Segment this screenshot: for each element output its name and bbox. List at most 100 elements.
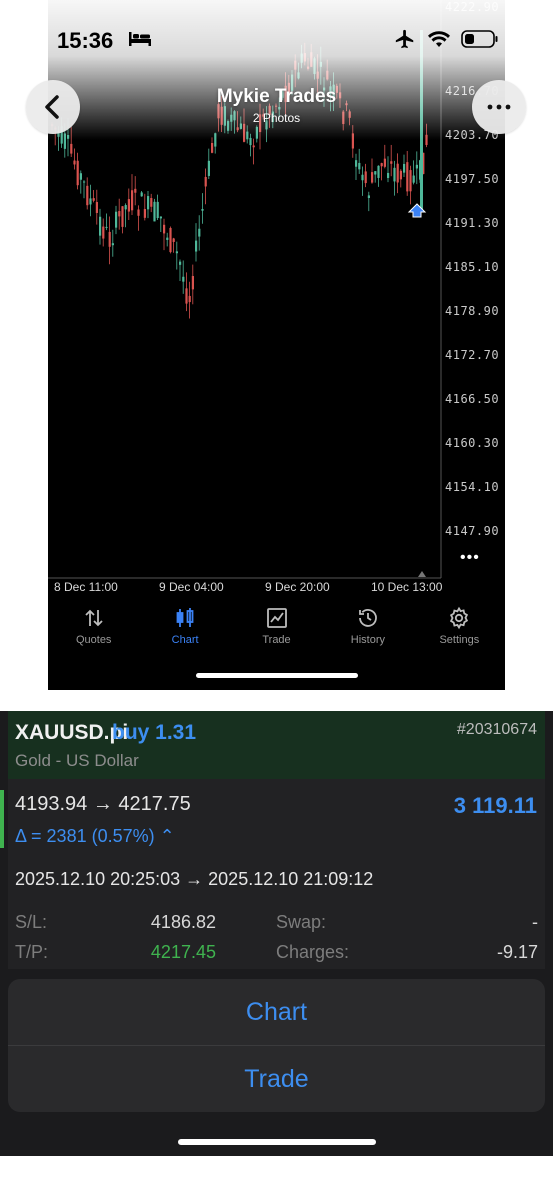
time-range: 2025.12.10 20:25:03 → 2025.12.10 21:09:1…: [15, 869, 374, 889]
candle-body: [175, 251, 178, 254]
candle-body: [188, 295, 191, 303]
candle-body: [377, 165, 380, 178]
charges-value: -9.17: [496, 942, 538, 962]
candle-body: [76, 160, 79, 186]
candle-body: [140, 192, 143, 197]
price-tick: 4185.10: [445, 260, 500, 274]
candle-body: [425, 134, 428, 145]
candle-body: [166, 237, 169, 240]
home-indicator: [196, 673, 358, 678]
ellipsis-icon: [487, 104, 511, 110]
candle-body: [399, 170, 402, 180]
candle-body: [361, 174, 364, 181]
candle-body: [310, 52, 313, 67]
symbol-description: Gold - US Dollar: [15, 751, 139, 770]
candle-body: [358, 162, 361, 170]
price-tick: 4160.30: [445, 436, 500, 450]
tab-settings[interactable]: Settings: [414, 598, 505, 658]
candle-body: [204, 176, 207, 187]
candle-body: [409, 170, 412, 192]
candle-body: [150, 198, 153, 207]
candle-body: [73, 160, 76, 165]
home-indicator: [178, 1139, 376, 1145]
candle-body: [367, 195, 370, 199]
candle-body: [191, 276, 194, 290]
candle-body: [86, 185, 89, 206]
candle-body: [89, 198, 92, 205]
candle-body: [182, 276, 185, 282]
candle-body: [118, 211, 121, 217]
wifi-icon: [428, 31, 450, 47]
candle-body: [185, 288, 188, 304]
candle-body: [355, 160, 358, 167]
candle-body: [159, 216, 162, 219]
candle-body: [252, 145, 255, 148]
candle-body: [70, 143, 73, 154]
candle-body: [195, 240, 198, 252]
candle-body: [246, 131, 249, 140]
candle-body: [300, 53, 303, 63]
candle-body: [297, 72, 300, 79]
swap-value: -: [532, 912, 538, 932]
candle-body: [380, 163, 383, 167]
candle-body: [319, 61, 322, 67]
candle-body: [95, 202, 98, 213]
date-tick: 9 Dec 04:00: [159, 580, 224, 594]
candle-body: [294, 60, 297, 70]
trade-action-button[interactable]: Trade: [8, 1046, 545, 1112]
trade-profit: 3 119.11: [453, 793, 537, 818]
price-tick: 4222.90: [445, 0, 500, 14]
price-delta[interactable]: Δ = 2381 (0.57%) ⌃: [15, 826, 175, 847]
date-tick: 8 Dec 11:00: [54, 580, 118, 594]
trade-chart-icon: [266, 608, 287, 628]
tab-label: Trade: [262, 634, 291, 646]
trade-direction: buy 1.31: [112, 721, 197, 744]
sl-value: 4186.82: [150, 912, 216, 932]
candle-body: [403, 163, 406, 173]
candle-body: [415, 164, 418, 169]
tab-history[interactable]: History: [322, 598, 413, 658]
candle-body: [124, 205, 127, 210]
more-button[interactable]: [472, 80, 526, 134]
chart-action-button[interactable]: Chart: [8, 979, 545, 1045]
tab-quotes[interactable]: Quotes: [48, 598, 139, 658]
candle-body: [236, 127, 239, 131]
candle-body: [79, 173, 82, 180]
candle-body: [211, 143, 214, 153]
airplane-icon: [395, 29, 414, 49]
candle-body: [396, 163, 399, 183]
battery-icon: [461, 30, 498, 48]
candle-body: [207, 160, 210, 176]
candle-body: [127, 199, 130, 212]
candle-body: [105, 226, 108, 228]
swap-label: Swap:: [276, 912, 327, 932]
gear-icon: [450, 606, 469, 630]
candle-body: [102, 226, 105, 239]
price-tick: 4147.90: [445, 524, 500, 538]
candle-body: [313, 58, 316, 74]
tab-label: Chart: [171, 634, 199, 646]
chart-more-icon[interactable]: •••: [460, 550, 480, 566]
candle-body: [143, 209, 146, 218]
trade-ticket: #20310674: [456, 721, 537, 738]
price-tick: 4197.50: [445, 172, 500, 186]
candle-body: [92, 198, 95, 201]
candle-body: [99, 216, 102, 236]
candle-body: [316, 71, 319, 79]
date-tick: 9 Dec 20:00: [265, 580, 330, 594]
candle-body: [307, 66, 310, 69]
position-indicator: [0, 790, 4, 848]
charges-label: Charges:: [276, 942, 350, 962]
candle-body: [153, 201, 156, 222]
status-time: 15:36: [57, 28, 114, 53]
tab-trade[interactable]: Trade: [231, 598, 322, 658]
candle-body: [201, 208, 204, 211]
trade-photo[interactable]: XAUUSD.pi buy 1.31 #20310674 Gold - US D…: [0, 711, 553, 1156]
candle-body: [374, 171, 377, 175]
candle-body: [198, 228, 201, 237]
candle-body: [169, 227, 172, 253]
tab-chart[interactable]: Chart: [139, 598, 230, 658]
candle-body: [67, 135, 70, 139]
trade-header: XAUUSD.pi buy 1.31 #20310674 Gold - US D…: [8, 711, 545, 779]
candle-body: [83, 181, 86, 183]
